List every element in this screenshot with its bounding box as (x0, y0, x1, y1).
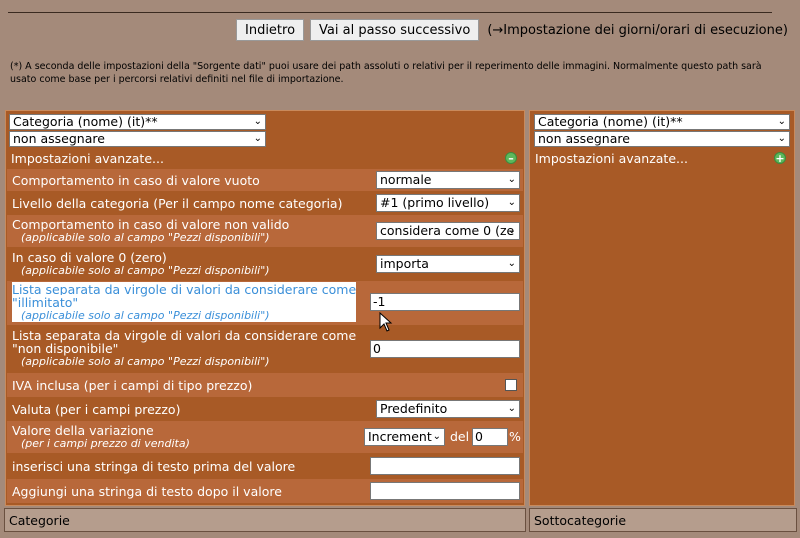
row-unlimited-list: Lista separata da virgole di valori da c… (7, 281, 523, 325)
zero-value-sub: (applicabile solo al campo "Pezzi dispon… (21, 264, 270, 277)
subcategories-header-label: Sottocategorie (534, 513, 627, 528)
row-zero-value: In caso di valore 0 (zero) (applicabile … (7, 248, 523, 280)
next-step-button[interactable]: Vai al passo successivo (310, 19, 480, 41)
row-prefix-text: inserisci una stringa di testo prima del… (7, 454, 523, 478)
row-unavailable-list: Lista separata da virgole di valori da c… (7, 326, 523, 372)
field-select-value: Categoria (nome) (it)** (13, 114, 158, 129)
vat-included-label: IVA inclusa (per i campi di tipo prezzo) (12, 378, 253, 393)
advanced-settings-link[interactable]: Impostazioni avanzate... (11, 151, 164, 166)
prefix-text-label: inserisci una stringa di testo prima del… (12, 459, 296, 474)
zero-value-title: In caso di valore 0 (zero) (12, 250, 167, 265)
row-currency: Valuta (per i campi prezzo) Predefinito … (7, 398, 523, 420)
suffix-text-label: Aggiungi una stringa di testo dopo il va… (12, 484, 282, 499)
vat-included-checkbox[interactable] (505, 379, 517, 391)
chevron-down-icon: ⌄ (253, 116, 262, 127)
unlimited-list-label: Lista separata da virgole di valori da c… (12, 282, 357, 322)
variation-sub: (per i campi prezzo di vendita) (21, 437, 190, 450)
unavailable-list-input[interactable]: 0 (370, 340, 520, 358)
chevron-down-icon: ⌄ (777, 116, 786, 127)
top-divider (8, 12, 772, 13)
unavailable-list-label: Lista separata da virgole di valori da c… (12, 329, 356, 368)
empty-behavior-select[interactable]: normale ⌄ (376, 171, 520, 189)
unavailable-list-sub: (applicabile solo al campo "Pezzi dispon… (21, 355, 270, 368)
chevron-down-icon: ⌄ (253, 133, 262, 144)
advanced-settings-link[interactable]: Impostazioni avanzate... (535, 151, 688, 166)
chevron-down-icon: ⌄ (507, 225, 516, 236)
row-suffix-text: Aggiungi una stringa di testo dopo il va… (7, 479, 523, 503)
variation-mode-value: Increment (368, 429, 432, 444)
row-invalid-behavior: Comportamento in caso di valore non vali… (7, 215, 523, 247)
currency-label: Valuta (per i campi prezzo) (12, 402, 181, 417)
assign-select[interactable]: non assegnare ⌄ (9, 131, 266, 147)
currency-value: Predefinito (380, 401, 448, 416)
invalid-behavior-title: Comportamento in caso di valore non vali… (12, 217, 290, 232)
field-select[interactable]: Categoria (nome) (it)** ⌄ (534, 114, 790, 130)
field-select-value: Categoria (nome) (it)** (538, 114, 683, 129)
row-vat-included: IVA inclusa (per i campi di tipo prezzo) (7, 373, 523, 397)
invalid-behavior-value: considera come 0 (ze (380, 223, 515, 238)
variation-unit-label: % (509, 429, 521, 444)
path-note: (*) A seconda delle impostazioni della "… (10, 61, 762, 85)
invalid-behavior-sub: (applicabile solo al campo "Pezzi dispon… (21, 231, 270, 244)
category-level-select[interactable]: #1 (primo livello) ⌄ (376, 194, 520, 212)
categories-header-label: Categorie (9, 513, 70, 528)
unlimited-list-input[interactable]: -1 (370, 293, 520, 311)
variation-mode-select[interactable]: Increment ⌄ (364, 428, 445, 446)
currency-select[interactable]: Predefinito ⌄ (376, 400, 520, 418)
subcategories-header: Sottocategorie (529, 508, 797, 532)
row-category-level: Livello della categoria (Per il campo no… (7, 192, 523, 214)
empty-behavior-value: normale (380, 172, 432, 187)
chevron-down-icon: ⌄ (432, 431, 441, 442)
chevron-down-icon: ⌄ (507, 197, 516, 208)
chevron-down-icon: ⌄ (507, 258, 516, 269)
empty-behavior-label: Comportamento in caso di valore vuoto (12, 173, 260, 188)
back-button[interactable]: Indietro (236, 19, 305, 41)
invalid-behavior-label: Comportamento in caso di valore non vali… (12, 218, 289, 244)
prefix-text-input[interactable] (370, 457, 520, 475)
next-step-note: (→Impostazione dei giorni/orari di esecu… (487, 22, 788, 38)
suffix-text-input[interactable] (370, 482, 520, 500)
zero-value-label: In caso di valore 0 (zero) (applicabile … (12, 251, 270, 277)
assign-select[interactable]: non assegnare ⌄ (534, 131, 790, 147)
variation-label: Valore della variazione (per i campi pre… (12, 424, 190, 450)
chevron-down-icon: ⌄ (777, 133, 786, 144)
variation-title: Valore della variazione (12, 423, 154, 438)
mapping-panel-categories: Categoria (nome) (it)** ⌄ non assegnare … (5, 110, 525, 506)
minus-circle-icon[interactable]: – (505, 152, 517, 165)
zero-value-select[interactable]: importa ⌄ (376, 255, 520, 273)
variation-of-label: del (450, 429, 470, 444)
categories-header: Categorie (4, 508, 526, 532)
unavailable-list-title-2: "non disponibile" (12, 341, 119, 356)
chevron-down-icon: ⌄ (507, 403, 516, 414)
unlimited-list-title-2: "illimitato" (12, 295, 79, 310)
assign-select-value: non assegnare (538, 131, 630, 146)
row-variation: Valore della variazione (per i campi pre… (7, 421, 523, 453)
mapping-panel-subcategories: Categoria (nome) (it)** ⌄ non assegnare … (529, 110, 795, 506)
mouse-cursor-icon (379, 312, 393, 332)
invalid-behavior-select[interactable]: considera come 0 (ze ⌄ (376, 222, 520, 240)
zero-value-value: importa (380, 256, 429, 271)
variation-amount-input[interactable]: 0 (472, 428, 508, 446)
assign-select-value: non assegnare (13, 131, 105, 146)
unlimited-list-sub: (applicabile solo al campo "Pezzi dispon… (12, 309, 357, 322)
plus-circle-icon[interactable]: + (774, 152, 786, 165)
category-level-label: Livello della categoria (Per il campo no… (12, 196, 343, 211)
category-level-value: #1 (primo livello) (380, 195, 490, 210)
chevron-down-icon: ⌄ (507, 174, 516, 185)
field-select[interactable]: Categoria (nome) (it)** ⌄ (9, 114, 266, 130)
wizard-toolbar: Indietro Vai al passo successivo (→Impos… (236, 19, 788, 41)
row-empty-behavior: Comportamento in caso di valore vuoto no… (7, 169, 523, 191)
